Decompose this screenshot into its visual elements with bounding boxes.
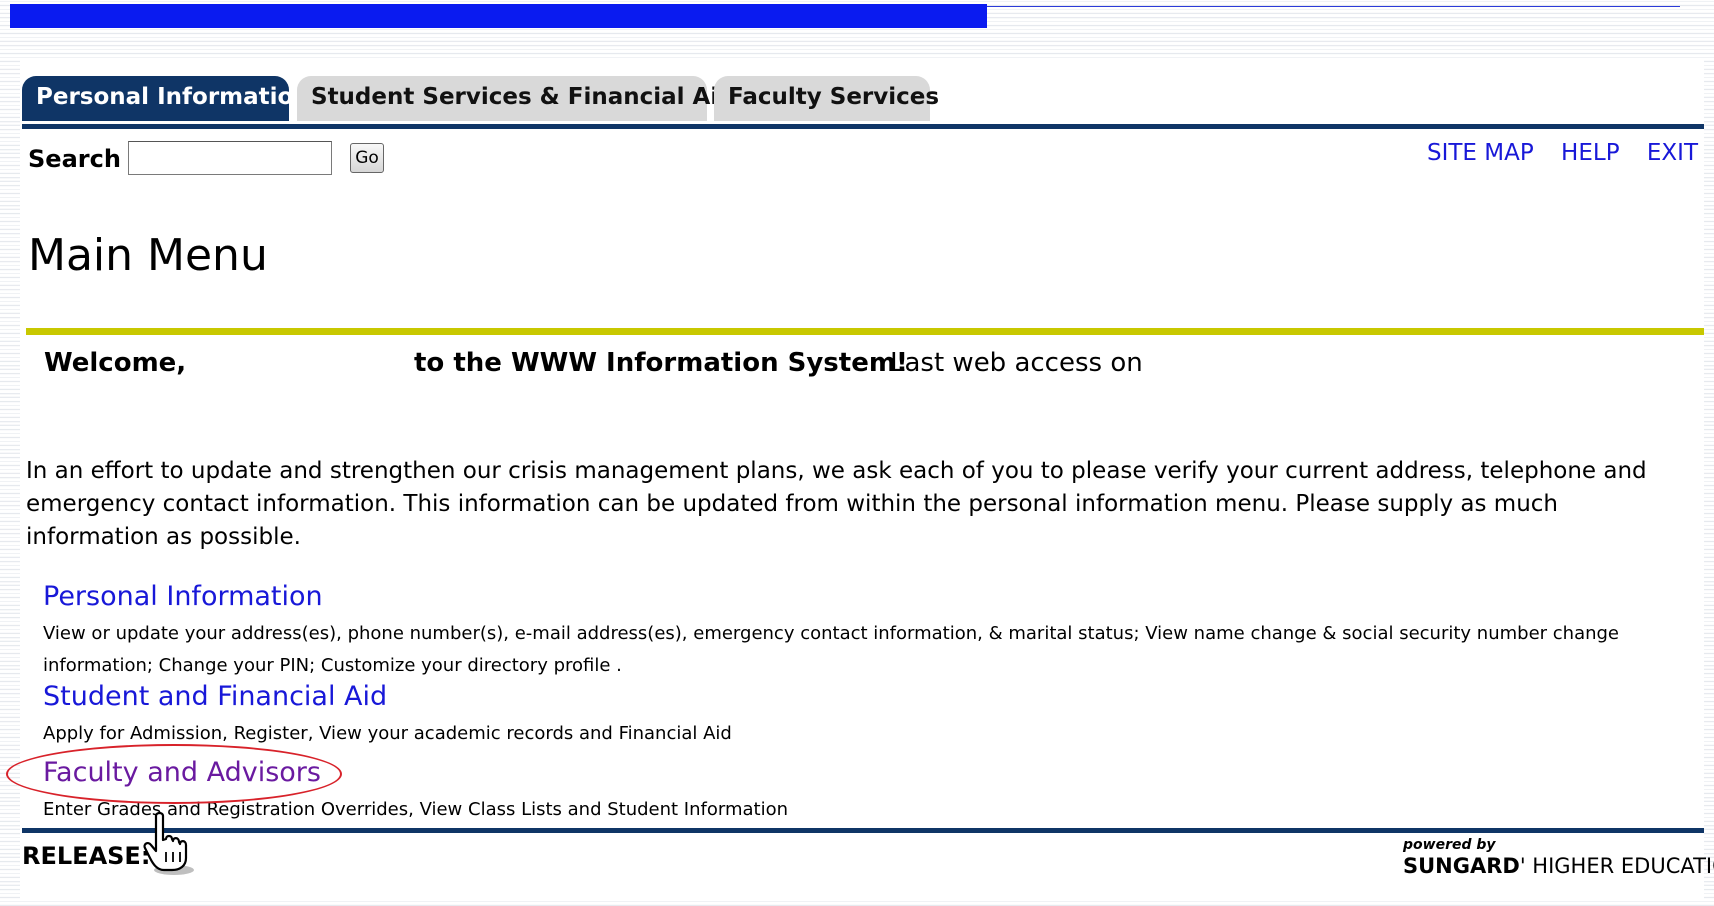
menu-link-student-financial-aid[interactable]: Student and Financial Aid: [43, 678, 387, 716]
tab-underline: [22, 124, 1704, 129]
top-rule: [987, 6, 1680, 7]
welcome-greeting: Welcome,: [44, 348, 187, 378]
search-label: Search: [28, 145, 121, 173]
exit-link[interactable]: EXIT: [1647, 140, 1698, 166]
help-link[interactable]: HELP: [1561, 140, 1620, 166]
hand-pointer-icon: [143, 812, 194, 875]
menu-desc-personal-information: View or update your address(es), phone n…: [43, 623, 1620, 676]
site-map-link[interactable]: SITE MAP: [1427, 140, 1534, 166]
sungard-tagline: HIGHER EDUCATION: [1532, 854, 1714, 878]
page-title: Main Menu: [28, 230, 268, 281]
tab-faculty-services[interactable]: Faculty Services: [714, 76, 939, 121]
last-access-text: Last web access on: [890, 348, 1143, 378]
main-page: Personal Information Student Services & …: [6, 60, 1714, 900]
powered-by-label: powered by: [1403, 837, 1496, 853]
top-links: SITE MAP HELP EXIT: [1407, 140, 1698, 166]
crisis-notice: In an effort to update and strengthen ou…: [26, 458, 1647, 550]
menu-link-personal-information[interactable]: Personal Information: [43, 578, 323, 616]
tab-student-services[interactable]: Student Services & Financial Aid: [297, 76, 735, 121]
search-input[interactable]: [128, 141, 332, 175]
tab-personal-information[interactable]: Personal Information: [22, 76, 310, 121]
top-blue-banner: [10, 4, 987, 28]
welcome-system: to the WWW Information System!: [414, 348, 908, 378]
go-button[interactable]: Go: [350, 143, 384, 173]
title-divider: [26, 328, 1704, 335]
footer-rule: [22, 828, 1704, 833]
welcome-message: Welcome, to the WWW Information System! …: [44, 348, 1694, 388]
highlight-circle: [6, 744, 342, 804]
sungard-logo: SUNGARD' HIGHER EDUCATION: [1403, 854, 1714, 878]
sungard-brand: SUNGARD: [1403, 854, 1520, 878]
